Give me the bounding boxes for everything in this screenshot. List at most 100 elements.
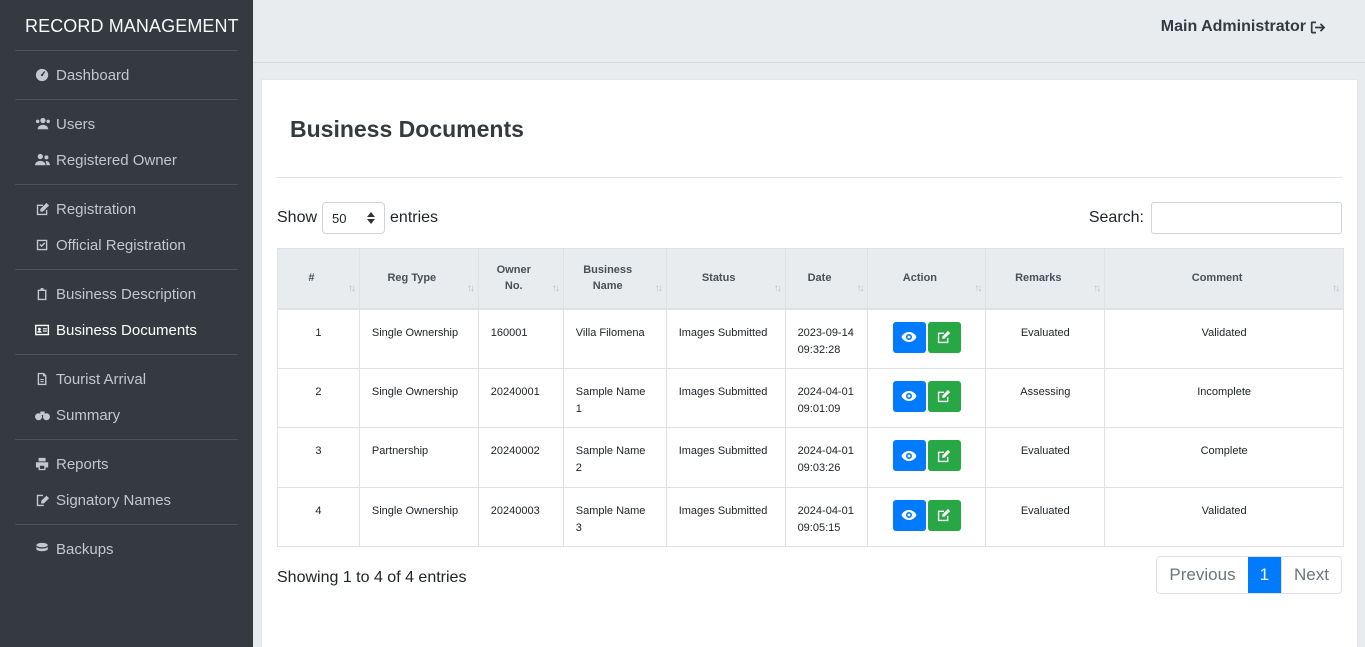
sign-out-icon[interactable] [1310,20,1327,35]
sidebar-item-official-registration[interactable]: Official Registration [0,227,253,263]
sort-icon: ↑↓ [347,283,356,294]
edit-icon [35,202,53,216]
column-header[interactable]: Action ↑↓ [867,248,987,310]
cell-business-name: Sample Name 2 [562,427,667,488]
admin-menu[interactable]: Main Administrator [1161,18,1327,36]
table-info: Showing 1 to 4 of 4 entries [277,569,467,586]
cell-status: Images Submitted [665,486,786,547]
sidebar-item-business-documents[interactable]: Business Documents [0,312,253,348]
print-icon [35,457,53,471]
cell-status: Images Submitted [665,427,786,488]
title-divider [277,177,1342,178]
cell-status: Images Submitted [665,308,786,369]
sidebar-item-tourist-arrival[interactable]: Tourist Arrival [0,361,253,397]
sort-icon: ↑↓ [551,283,560,294]
cell-comment: Validated [1104,308,1344,369]
pagination-page-1[interactable]: 1 [1247,557,1282,593]
column-header-label: Status [701,272,736,285]
cell-num: 1 [277,308,360,369]
cell-reg-type: Single Ownership [358,308,479,369]
edit-icon [938,449,951,462]
binoculars-icon [35,408,53,422]
column-header-label: Remarks [1015,272,1062,285]
sidebar-item-users[interactable]: Users [0,106,253,142]
eye-icon [901,450,917,461]
sidebar-item-label: Signatory Names [56,491,172,509]
cell-remarks: Evaluated [985,427,1106,488]
sidebar-item-dashboard[interactable]: Dashboard [0,57,253,93]
entries-select[interactable]: 50 [322,202,386,234]
cell-reg-type: Single Ownership [358,486,479,547]
view-button[interactable] [892,380,926,412]
cell-reg-type: Partnership [358,427,479,488]
file-icon [35,372,53,386]
cell-num: 2 [277,367,360,428]
cell-remarks: Evaluated [985,486,1106,547]
sidebar-item-label: Summary [56,406,121,424]
column-header-label: Business Name [583,264,633,293]
sidebar-item-reports[interactable]: Reports [0,446,253,482]
database-icon [35,542,53,556]
table-row: 4 Single Ownership 20240003 Sample Name 3 Im… [277,486,1344,547]
clipboard-icon [35,287,53,301]
topbar: Main Administrator [253,0,1365,63]
column-header[interactable]: # ↑↓ [277,248,360,310]
signature-icon [35,493,53,507]
view-button[interactable] [892,321,926,353]
column-header[interactable]: Business Name ↑↓ [562,248,667,310]
pagination-next[interactable]: Next [1281,557,1341,593]
view-button[interactable] [892,499,926,531]
sidebar-item-summary[interactable]: Summary [0,397,253,433]
pagination-previous[interactable]: Previous [1157,557,1247,593]
search-input[interactable] [1151,202,1342,234]
cell-comment: Incomplete [1104,367,1344,428]
cell-action [867,427,987,488]
user-friends-icon [35,153,53,167]
sidebar: RECORD MANAGEMENT Dashboard Users Register… [0,0,253,647]
sidebar-item-registration[interactable]: Registration [0,191,253,227]
cell-date: 2024-04-01 09:01:09 [784,367,869,428]
sidebar-item-registered-owner[interactable]: Registered Owner [0,142,253,178]
column-header[interactable]: Status ↑↓ [665,248,786,310]
cell-remarks: Evaluated [985,308,1106,369]
sidebar-item-label: Registration [56,200,137,218]
view-button[interactable] [892,440,926,471]
sidebar-item-backups[interactable]: Backups [0,531,253,567]
edit-button[interactable] [927,440,961,471]
table-body: 1 Single Ownership 160001 Villa Filomena Ima… [277,308,1344,547]
brand-title[interactable]: RECORD MANAGEMENT [0,0,253,50]
cell-status: Images Submitted [665,367,786,428]
sidebar-item-signatory-names[interactable]: Signatory Names [0,482,253,518]
dashboard-icon [35,68,53,82]
cell-reg-type: Single Ownership [358,367,479,428]
cell-owner-no: 20240003 [477,486,564,547]
eye-icon [901,391,917,401]
sidebar-group: Dashboard [0,51,253,99]
cell-num: 3 [277,427,360,488]
cell-comment: Complete [1104,427,1344,488]
entries-length: Show 50 entries [277,202,438,234]
table-search: Search: [1089,202,1342,234]
check-square-icon [35,238,53,252]
edit-button[interactable] [927,380,961,412]
cell-action [867,486,987,547]
sidebar-item-label: Business Documents [56,321,197,339]
column-header[interactable]: Reg Type ↑↓ [358,248,479,310]
sidebar-item-business-description[interactable]: Business Description [0,276,253,312]
edit-icon [938,508,951,522]
cell-comment: Validated [1104,486,1344,547]
sort-icon: ↑↓ [1332,283,1340,294]
edit-button[interactable] [927,321,961,353]
sidebar-group: Registration Official Registration [0,185,253,269]
sort-icon: ↑↓ [466,283,475,294]
content-card: Business Documents Show 50 entries Searc… [261,79,1358,647]
column-header[interactable]: Owner No. ↑↓ [477,248,564,310]
column-header[interactable]: Comment ↑↓ [1104,248,1344,310]
edit-button[interactable] [927,499,961,531]
column-header-label: Comment [1191,272,1243,285]
sidebar-group: Business Description Business Documents [0,270,253,354]
column-header[interactable]: Date ↑↓ [784,248,869,310]
column-header-label: # [308,272,315,285]
eye-icon [901,510,917,520]
column-header[interactable]: Remarks ↑↓ [985,248,1106,310]
